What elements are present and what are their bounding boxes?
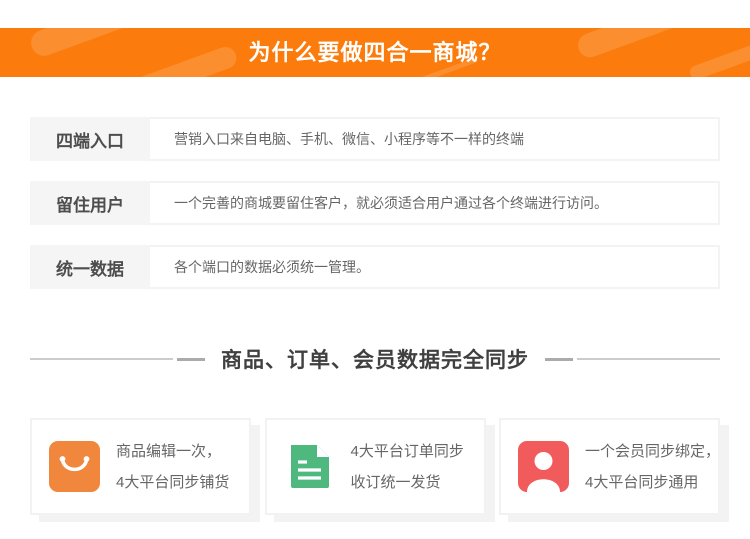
card-line-1: 一个会员同步绑定， — [585, 436, 720, 467]
feature-description: 营销入口来自电脑、手机、微信、小程序等不一样的终端 — [150, 119, 718, 159]
order-document-icon — [284, 441, 335, 492]
card-member-sync: 一个会员同步绑定， 4大平台同步通用 — [499, 418, 720, 515]
divider-dash-right — [545, 358, 573, 361]
sync-section-header: 商品、订单、会员数据完全同步 — [30, 344, 720, 374]
card-order-sync: 4大平台订单同步 收订统一发货 — [265, 418, 486, 515]
feature-row-retain-users: 留住用户 一个完善的商城要留住客户，就必须适合用户通过各个终端进行访问。 — [30, 181, 720, 225]
card-line-2: 4大平台同步铺货 — [116, 467, 229, 498]
divider-line-right — [577, 358, 720, 360]
page-banner: 为什么要做四合一商城？ — [0, 28, 750, 77]
card-product-sync: 商品编辑一次， 4大平台同步铺货 — [30, 418, 251, 515]
sync-section-title: 商品、订单、会员数据完全同步 — [220, 344, 530, 374]
card-line-2: 收订统一发货 — [351, 467, 464, 498]
divider-dash-left — [177, 358, 205, 361]
member-user-icon — [518, 441, 569, 492]
sync-card-list: 商品编辑一次， 4大平台同步铺货 4大平台订单同步 收订统一发货 — [30, 418, 720, 515]
feature-description: 各个端口的数据必须统一管理。 — [150, 247, 718, 287]
feature-list: 四端入口 营销入口来自电脑、手机、微信、小程序等不一样的终端 留住用户 一个完善… — [30, 117, 720, 289]
card-text: 一个会员同步绑定， 4大平台同步通用 — [585, 436, 720, 498]
feature-row-unified-data: 统一数据 各个端口的数据必须统一管理。 — [30, 245, 720, 289]
card-text: 4大平台订单同步 收订统一发货 — [351, 436, 464, 498]
feature-label: 留住用户 — [30, 181, 150, 225]
page-title: 为什么要做四合一商城？ — [0, 28, 750, 77]
card-line-1: 商品编辑一次， — [116, 436, 229, 467]
feature-description: 一个完善的商城要留住客户，就必须适合用户通过各个终端进行访问。 — [150, 183, 718, 223]
feature-label: 统一数据 — [30, 245, 150, 289]
card-line-2: 4大平台同步通用 — [585, 467, 720, 498]
shopping-bag-icon — [49, 441, 100, 492]
card-line-1: 4大平台订单同步 — [351, 436, 464, 467]
feature-row-four-entrances: 四端入口 营销入口来自电脑、手机、微信、小程序等不一样的终端 — [30, 117, 720, 161]
card-text: 商品编辑一次， 4大平台同步铺货 — [116, 436, 229, 498]
divider-line-left — [30, 358, 173, 360]
feature-label: 四端入口 — [30, 117, 150, 161]
